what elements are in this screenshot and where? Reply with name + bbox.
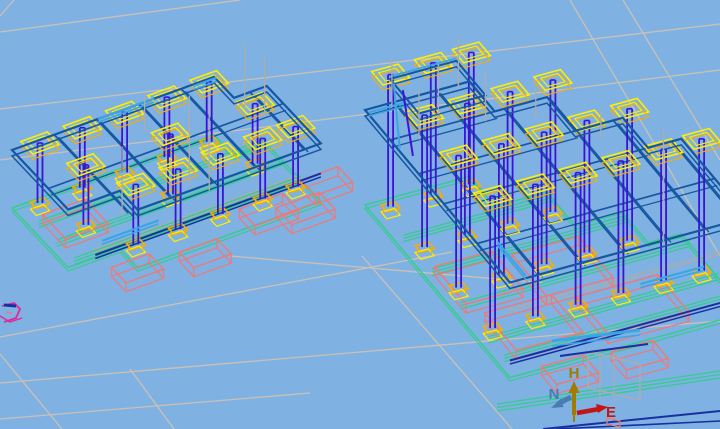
ucs-e-label: E (606, 404, 616, 421)
ucs-h-label: H (569, 365, 580, 382)
cad-viewport[interactable]: H E N (0, 0, 720, 429)
ucs-n-label: N (549, 386, 560, 403)
